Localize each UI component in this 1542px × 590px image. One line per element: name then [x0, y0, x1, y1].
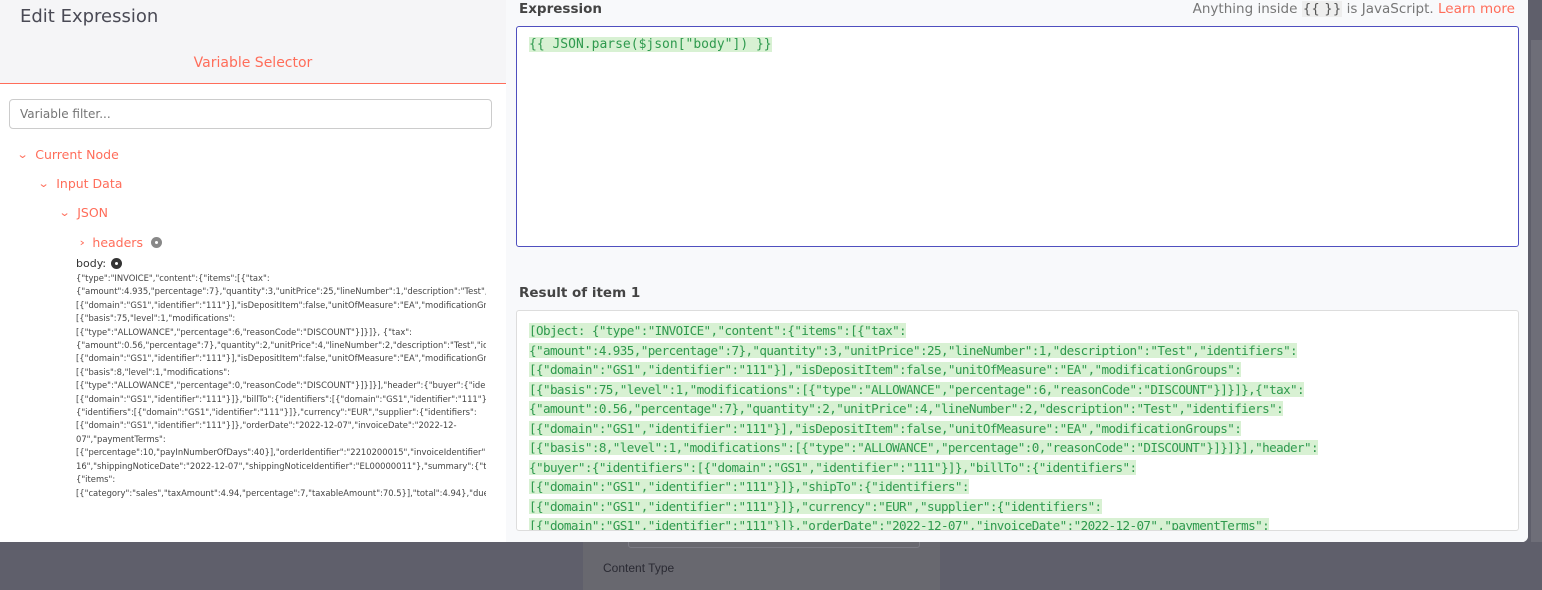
hint-code: {{ }} — [1301, 1, 1343, 17]
result-line: {"amount":0.56,"percentage":7},"quantity… — [529, 401, 1284, 416]
body-line: 16","shippingNoticeDate":"2022-12-07","s… — [76, 460, 486, 471]
chevron-down-icon: ⌄ — [16, 148, 29, 161]
tree-item-current-node[interactable]: ⌄ Current Node — [16, 147, 119, 162]
learn-more-link[interactable]: Learn more — [1438, 1, 1515, 17]
body-line: 07","paymentTerms": — [76, 433, 166, 444]
edit-expression-dialog: Edit Expression Variable Selector ⌄ Curre… — [0, 0, 1528, 542]
hint-text: is JavaScript. — [1346, 1, 1434, 17]
result-line: [{"basis":8,"level":1,"modifications":[{… — [529, 440, 1319, 455]
body-line: {"amount":4.935,"percentage":7},"quantit… — [76, 286, 486, 297]
body-line: [{"type":"ALLOWANCE","percentage":6,"rea… — [76, 326, 412, 337]
chevron-down-icon: ⌄ — [37, 177, 50, 190]
tree-item-body[interactable]: body: — [76, 257, 123, 270]
body-line: [{"domain":"GS1","identifier":"111"}]},"… — [76, 420, 457, 431]
variable-filter-input[interactable] — [9, 99, 492, 129]
tree-item-input-data[interactable]: ⌄ Input Data — [37, 176, 123, 191]
tree-label: Current Node — [35, 147, 119, 162]
result-line: [{"domain":"GS1","identifier":"111"}]},"… — [529, 479, 969, 494]
result-line: [Object: {"type":"INVOICE","content":{"i… — [529, 323, 907, 338]
content-type-label: Content Type — [603, 561, 675, 575]
result-line: [{"domain":"GS1","identifier":"111"}]},"… — [529, 518, 1270, 531]
result-line: {"amount":4.935,"percentage":7},"quantit… — [529, 342, 1298, 358]
body-line: [{"type":"ALLOWANCE","percentage":0,"rea… — [76, 380, 486, 391]
body-line: [{"domain":"GS1","identifier":"111"}]},"… — [76, 393, 486, 404]
result-line: [{"domain":"GS1","identifier":"111"}]},"… — [529, 498, 1102, 514]
variable-selector-panel: Edit Expression Variable Selector ⌄ Curre… — [0, 0, 506, 542]
body-value: {"type":"INVOICE","content":{"items":[{"… — [76, 272, 486, 500]
tree-item-headers[interactable]: › headers — [79, 235, 162, 250]
javascript-hint: Anything inside {{ }} is JavaScript. Lea… — [1193, 1, 1515, 17]
body-line: [{"basis":75,"level":1,"modifications": — [76, 313, 236, 324]
body-line: [{"domain":"GS1","identifier":"111"}],"i… — [76, 353, 486, 364]
body-line: [{"percentage":10,"payInNumberOfDays":40… — [76, 447, 486, 458]
tree-label: body: — [76, 257, 107, 270]
tree-item-json[interactable]: ⌄ JSON — [58, 205, 109, 220]
expression-text: {{ JSON.parse($json["body"]) }} — [529, 37, 772, 52]
page-scrollbar[interactable] — [1531, 40, 1542, 542]
result-label: Result of item 1 — [519, 285, 641, 301]
body-line: {"items": — [76, 474, 116, 485]
dialog-title: Edit Expression — [20, 6, 159, 27]
info-icon[interactable] — [111, 258, 123, 269]
expression-label: Expression — [519, 1, 602, 17]
body-line: {"type":"INVOICE","content":{"items":[{"… — [76, 273, 270, 283]
expression-panel: Expression Anything inside {{ }} is Java… — [506, 0, 1528, 542]
chevron-right-icon: › — [79, 236, 86, 249]
info-icon[interactable] — [150, 237, 162, 248]
result-line: [{"domain":"GS1","identifier":"111"}],"i… — [529, 362, 1242, 377]
result-line: [{"basis":75,"level":1,"modifications":[… — [529, 381, 1305, 397]
chevron-down-icon: ⌄ — [58, 206, 71, 219]
body-line: [{"basis":8,"level":1,"modifications": — [76, 366, 230, 377]
result-line: [{"domain":"GS1","identifier":"111"}],"i… — [529, 420, 1242, 436]
panel-header: Edit Expression Variable Selector — [0, 0, 506, 84]
result-output: [Object: {"type":"INVOICE","content":{"i… — [516, 310, 1519, 531]
body-line: {"identifiers":[{"domain":"GS1","identif… — [76, 407, 477, 418]
body-line: [{"category":"sales","taxAmount":4.94,"p… — [76, 487, 486, 498]
result-line: {"buyer":{"identifiers":[{"domain":"GS1"… — [529, 459, 1137, 475]
tree-label: JSON — [77, 205, 109, 220]
body-line: [{"domain":"GS1","identifier":"111"}],"i… — [76, 299, 486, 310]
body-line: {"amount":0.56,"percentage":7},"quantity… — [76, 340, 486, 351]
expression-editor[interactable]: {{ JSON.parse($json["body"]) }} — [516, 26, 1519, 247]
tab-variable-selector[interactable]: Variable Selector — [0, 55, 506, 71]
hint-text: Anything inside — [1192, 1, 1298, 17]
tree-label: headers — [92, 235, 143, 250]
tree-label: Input Data — [56, 176, 123, 191]
